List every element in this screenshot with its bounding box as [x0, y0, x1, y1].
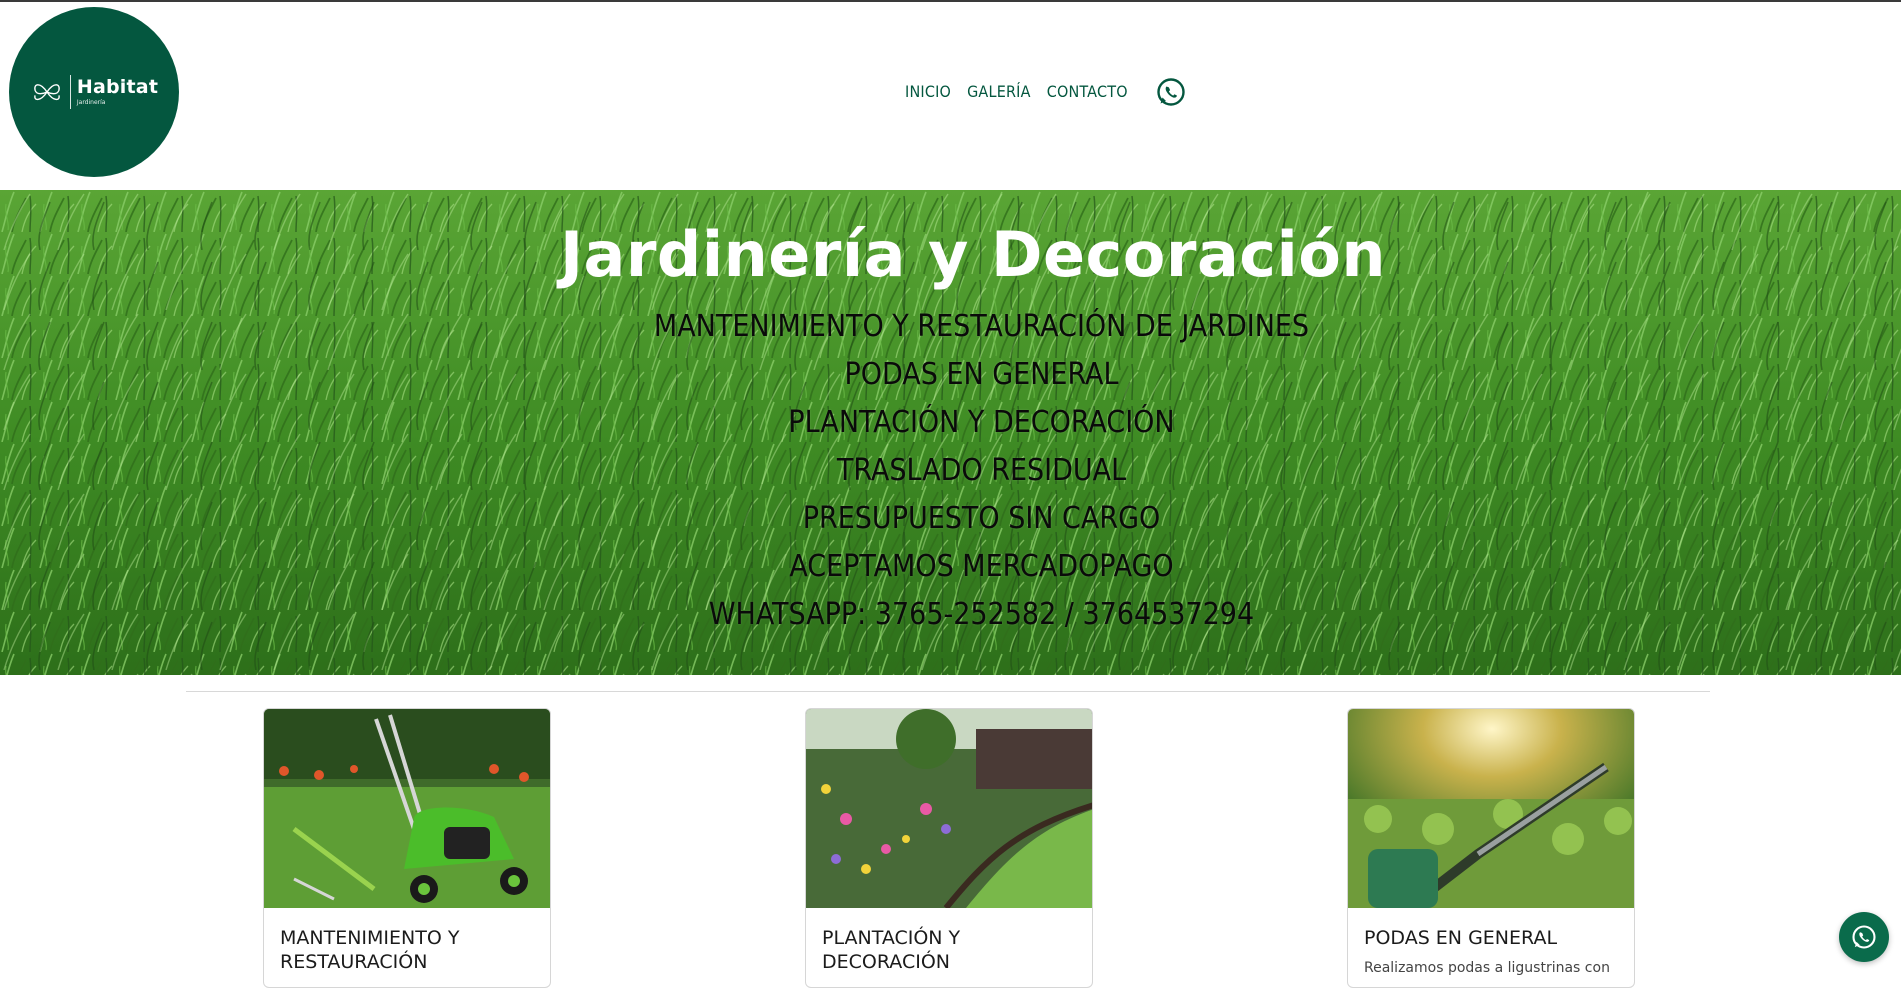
- services-list: MANTENIMIENTO Y RESTAURACIÓN DE JARDINES…: [0, 303, 1901, 639]
- service-card-podas[interactable]: PODAS EN GENERAL Realizamos podas a ligu…: [1347, 708, 1635, 988]
- service-item: TRASLADO RESIDUAL: [836, 453, 1127, 488]
- service-item: PODAS EN GENERAL: [844, 357, 1119, 392]
- whatsapp-icon: [1852, 925, 1876, 949]
- card-title: PODAS EN GENERAL: [1364, 927, 1558, 949]
- section-divider: [186, 691, 1710, 692]
- service-item: MANTENIMIENTO Y RESTAURACIÓN DE JARDINES: [653, 309, 1310, 344]
- site-header: Habitat Jardinería INICIO GALERÍA CONTAC…: [0, 2, 1901, 190]
- whatsapp-icon[interactable]: [1155, 76, 1187, 108]
- hero-title: Jardinería y Decoración: [559, 218, 1387, 291]
- hero-banner: Jardinería y Decoración MANTENIMIENTO Y …: [0, 190, 1901, 675]
- service-item: WHATSAPP: 3765-252582 / 3764537294: [708, 597, 1255, 632]
- service-card-plantacion[interactable]: PLANTACIÓN Y DECORACIÓN: [805, 708, 1093, 988]
- brand-logo[interactable]: Habitat Jardinería: [9, 7, 179, 177]
- leaf-logo-icon: [34, 84, 60, 101]
- card-title: PLANTACIÓN Y DECORACIÓN: [822, 927, 961, 973]
- garden-image: [806, 709, 1092, 908]
- logo-separator: [69, 75, 71, 109]
- floating-whatsapp-button[interactable]: [1839, 912, 1889, 962]
- nav-galeria[interactable]: GALERÍA: [967, 82, 1031, 101]
- lawnmower-image: [264, 709, 550, 908]
- service-item: PLANTACIÓN Y DECORACIÓN: [788, 405, 1175, 440]
- service-item: ACEPTAMOS MERCADOPAGO: [789, 549, 1174, 584]
- brand-name: Habitat: [76, 76, 159, 98]
- nav-inicio[interactable]: INICIO: [905, 82, 951, 101]
- main-nav: INICIO GALERÍA CONTACTO: [905, 82, 1128, 101]
- card-description: Realizamos podas a ligustrinas con: [1364, 960, 1610, 976]
- service-card-mantenimiento[interactable]: MANTENIMIENTO Y RESTAURACIÓN: [263, 708, 551, 988]
- hedge-trimming-image: [1348, 709, 1634, 908]
- brand-subtitle: Jardinería: [76, 99, 106, 106]
- card-title: MANTENIMIENTO Y RESTAURACIÓN: [280, 927, 460, 973]
- nav-contacto[interactable]: CONTACTO: [1047, 82, 1128, 101]
- service-item: PRESUPUESTO SIN CARGO: [802, 501, 1161, 536]
